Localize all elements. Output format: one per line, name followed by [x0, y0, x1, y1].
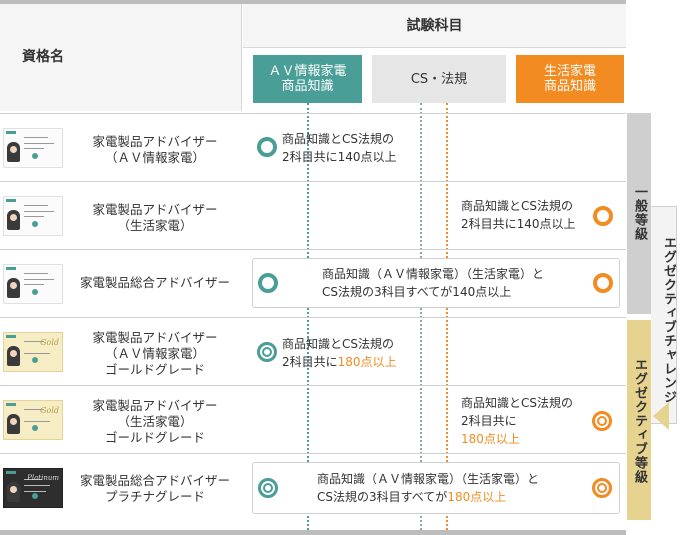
subject-cs-label: CS・法規: [410, 71, 468, 87]
card-brand-platinum: Platinum: [27, 474, 59, 482]
subjects-header-title: 試験科目: [243, 4, 626, 48]
qualification-name: 家電製品総合アドバイザー プラチナグレード: [79, 473, 230, 504]
pass-condition-text: 商品知識とCS法規の 2科目共に: [461, 396, 573, 428]
table-row: Platinum 家電製品総合アドバイザー プラチナグレード 商品知識（ＡＶ情報…: [0, 453, 626, 530]
subject-av-label: ＡＶ情報家電 商品知識: [268, 64, 347, 94]
qualification-name: 家電製品総合アドバイザー: [79, 275, 230, 290]
qualification-name: 家電製品アドバイザー （ＡＶ情報家電）: [92, 134, 218, 165]
pass-condition: 商品知識とCS法規の 2科目共に140点以上: [461, 199, 576, 231]
table-row: Gold 家電製品アドバイザー （生活家電） ゴールドグレード 商品知識とCS法…: [0, 385, 626, 453]
gold-license-card-image: Gold: [3, 332, 63, 372]
qualification-name: 家電製品アドバイザー （ＡＶ情報家電） ゴールドグレード: [92, 330, 218, 377]
bottom-border: [0, 530, 626, 535]
pass-marker-av-double: [257, 342, 277, 362]
table-row: 家電製品総合アドバイザー 商品知識（ＡＶ情報家電）（生活家電）と CS法規の3科…: [0, 249, 626, 317]
qualification-header-label: 資格名: [22, 49, 64, 65]
executive-grade-band: エグゼクティブ等級: [627, 320, 651, 520]
platinum-license-card-image: Platinum: [3, 468, 63, 508]
pass-condition: 商品知識（ＡＶ情報家電）（生活家電）と CS法規の3科目すべてが180点以上: [317, 470, 539, 506]
pass-condition: 商品知識とCS法規の 2科目共に 180点以上: [461, 394, 573, 448]
license-card-image: [3, 264, 63, 304]
pass-condition-highlight: 180点以上: [461, 432, 520, 446]
qualification-header: 資格名: [0, 4, 242, 111]
executive-grade-label: エグゼクティブ等級: [632, 358, 647, 484]
qualification-name: 家電製品アドバイザー （生活家電） ゴールドグレード: [92, 398, 218, 445]
general-grade-band: 一般等級: [627, 113, 651, 314]
pass-condition: 商品知識とCS法規の 2科目共に180点以上: [282, 335, 397, 371]
gold-license-card-image: Gold: [3, 400, 63, 440]
pass-marker-av-double: [258, 478, 278, 498]
subject-av-knowledge: ＡＶ情報家電 商品知識: [253, 55, 362, 103]
qualification-name: 家電製品アドバイザー （生活家電）: [92, 202, 218, 233]
pass-condition: 商品知識（ＡＶ情報家電）（生活家電）と CS法規の3科目すべてが140点以上: [322, 267, 545, 299]
license-card-image: [3, 196, 63, 236]
pass-condition-highlight: 180点以上: [447, 490, 507, 504]
pass-marker-life: [593, 206, 613, 226]
license-card-image: [3, 128, 63, 168]
pass-marker-life-double: [592, 411, 612, 431]
table-row: Gold 家電製品アドバイザー （ＡＶ情報家電） ゴールドグレード 商品知識とC…: [0, 317, 626, 385]
challenge-arrow-head: [653, 402, 669, 430]
table-row: 家電製品アドバイザー （生活家電） 商品知識とCS法規の 2科目共に140点以上: [0, 181, 626, 249]
subject-life-knowledge: 生活家電 商品知識: [516, 55, 624, 103]
subject-cs-law: CS・法規: [372, 55, 506, 103]
pass-marker-av: [258, 273, 278, 293]
general-grade-label: 一般等級: [632, 185, 647, 241]
executive-challenge-label: エグゼクティブチャレンジ: [661, 236, 676, 404]
card-brand-gold: Gold: [40, 338, 59, 347]
pass-marker-life-double: [592, 478, 612, 498]
table-row: 家電製品アドバイザー （ＡＶ情報家電） 商品知識とCS法規の 2科目共に140点…: [0, 113, 626, 181]
pass-condition-highlight: 180点以上: [337, 355, 397, 369]
pass-condition: 商品知識とCS法規の 2科目共に140点以上: [282, 132, 397, 164]
pass-marker-av: [257, 137, 277, 157]
card-brand-gold: Gold: [40, 406, 59, 415]
pass-marker-life: [593, 273, 613, 293]
subject-life-label: 生活家電 商品知識: [543, 64, 596, 94]
